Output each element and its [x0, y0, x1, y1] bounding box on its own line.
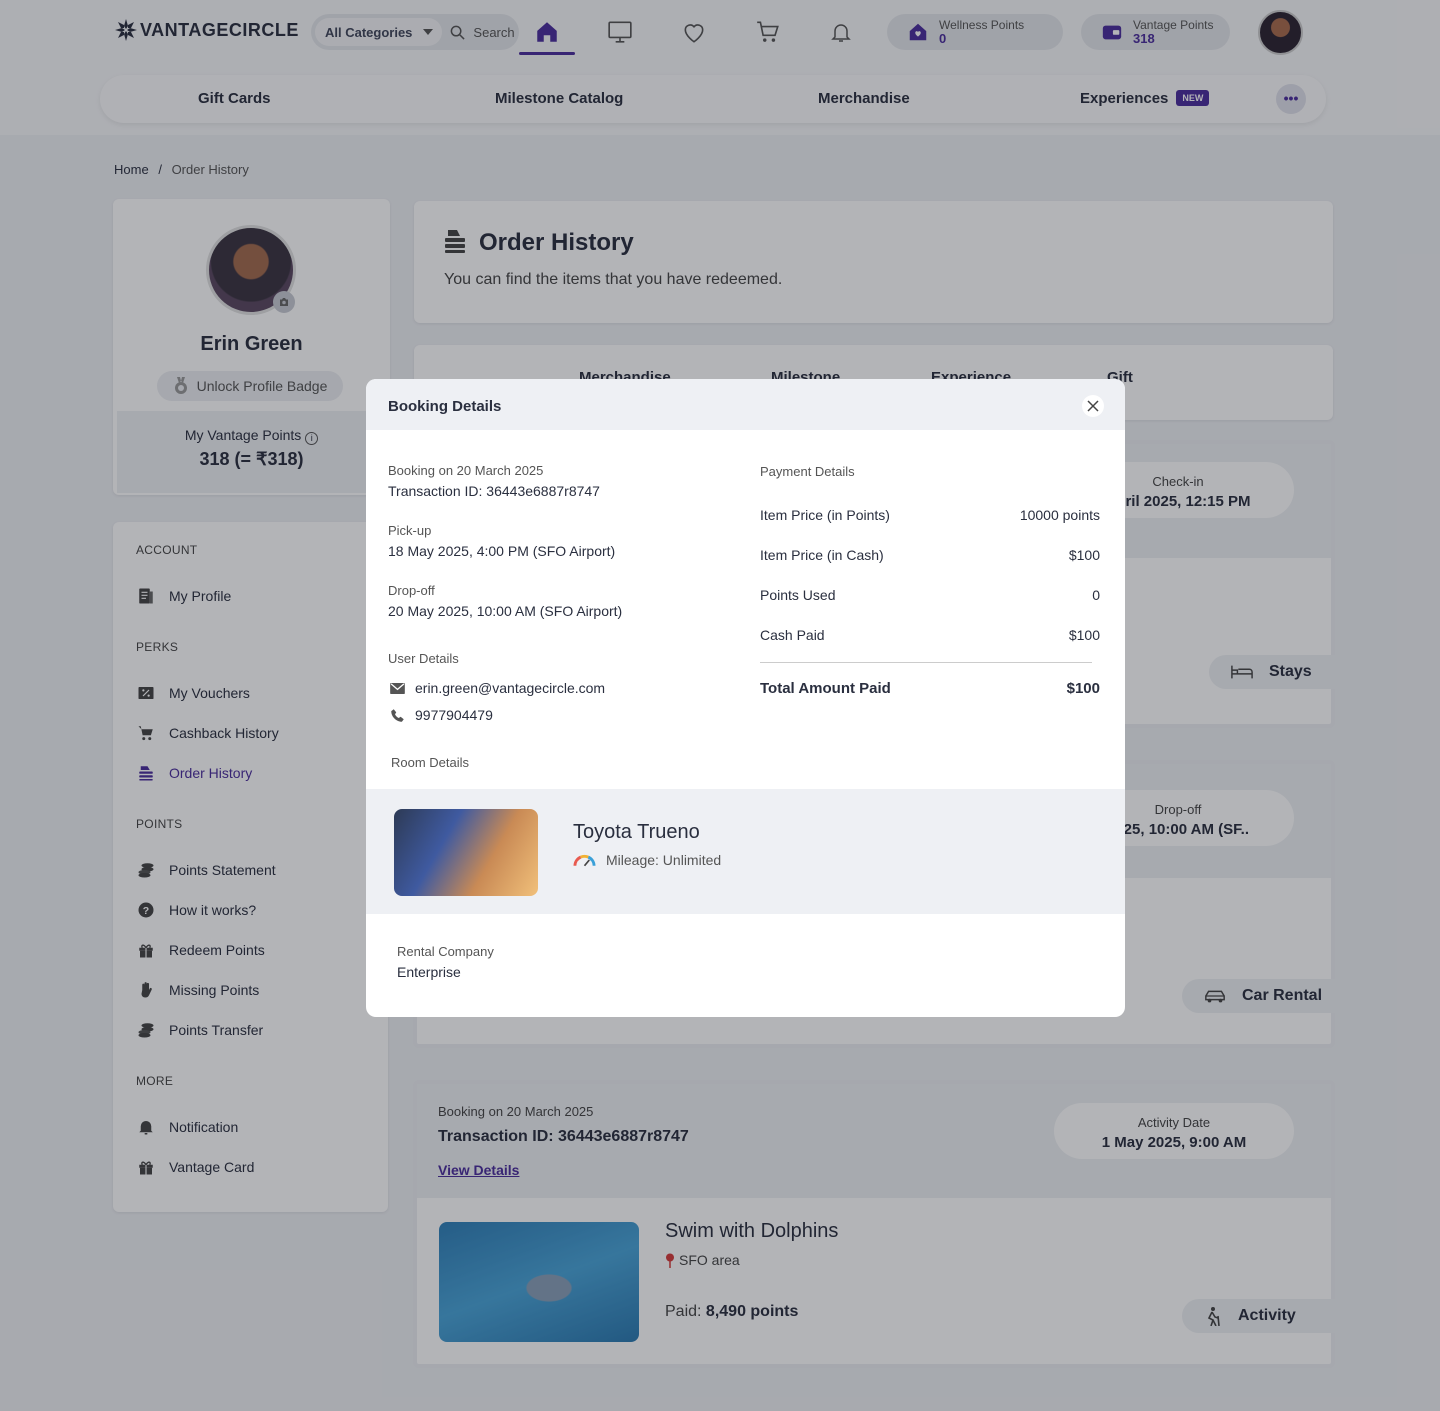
payment-row-label: Points Used	[760, 587, 836, 603]
car-image	[394, 809, 538, 896]
payment-row: Item Price (in Points) 10000 points	[760, 507, 1100, 523]
user-phone: 9977904479	[390, 707, 493, 723]
dropoff-label: Drop-off	[388, 583, 435, 598]
close-icon	[1087, 400, 1099, 412]
payment-row-label: Item Price (in Cash)	[760, 547, 884, 563]
mileage-text: Mileage: Unlimited	[606, 852, 722, 868]
payment-details-label: Payment Details	[760, 464, 855, 479]
car-details-section: Toyota Trueno Mileage: Unlimited	[366, 789, 1125, 914]
dropoff-value: 20 May 2025, 10:00 AM (SFO Airport)	[388, 603, 623, 619]
mail-icon	[390, 682, 405, 694]
user-details-label: User Details	[388, 651, 459, 666]
rental-company-value: Enterprise	[397, 964, 461, 980]
rental-company-label: Rental Company	[397, 944, 494, 959]
divider	[760, 662, 1092, 663]
car-mileage: Mileage: Unlimited	[573, 852, 721, 868]
phone-icon	[391, 708, 404, 722]
close-button[interactable]	[1082, 395, 1104, 417]
payment-row: Item Price (in Cash) $100	[760, 547, 1100, 563]
email-text: erin.green@vantagecircle.com	[415, 680, 606, 696]
payment-row: Points Used 0	[760, 587, 1100, 603]
total-label: Total Amount Paid	[760, 680, 891, 697]
room-details-label: Room Details	[391, 755, 470, 770]
payment-row-value: $100	[1068, 547, 1100, 563]
car-name: Toyota Trueno	[573, 821, 700, 843]
speedometer-icon	[573, 854, 596, 867]
booking-date: Booking on 20 March 2025	[388, 463, 544, 478]
payment-row-label: Item Price (in Points)	[760, 507, 890, 523]
payment-row-label: Cash Paid	[760, 627, 825, 643]
modal-title: Booking Details	[388, 398, 502, 415]
pickup-value: 18 May 2025, 4:00 PM (SFO Airport)	[388, 543, 616, 559]
payment-row-value: 10000 points	[1019, 507, 1100, 523]
booking-details-modal: Booking Details Booking on 20 March 2025…	[366, 379, 1125, 1017]
user-email: erin.green@vantagecircle.com	[390, 680, 605, 696]
payment-row: Cash Paid $100	[760, 627, 1100, 643]
total-value: $100	[1066, 680, 1100, 697]
total-row: Total Amount Paid $100	[760, 680, 1100, 697]
payment-row-value: $100	[1068, 627, 1100, 643]
payment-row-value: 0	[1092, 587, 1100, 603]
phone-text: 9977904479	[415, 707, 493, 723]
pickup-label: Pick-up	[388, 523, 432, 538]
transaction-id: Transaction ID: 36443e6887r8747	[388, 483, 600, 499]
